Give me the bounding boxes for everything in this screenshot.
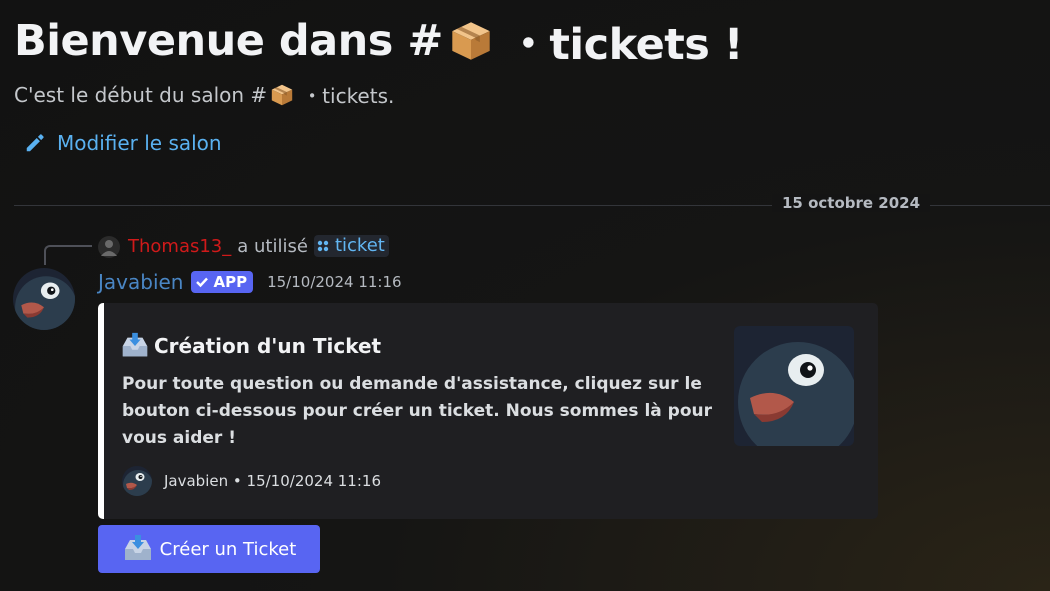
embed-title: Création d'un Ticket	[120, 331, 381, 361]
pencil-icon	[26, 134, 44, 152]
inbox-tray-icon	[120, 331, 150, 361]
author-avatar[interactable]	[13, 268, 75, 330]
embed-title-text: Création d'un Ticket	[154, 334, 382, 358]
message-header: Javabien APP 15/10/2024 11:16	[98, 270, 402, 294]
embed-description: Pour toute question ou demande d'assista…	[122, 374, 712, 448]
footer-avatar	[122, 466, 152, 496]
footer-separator: •	[232, 472, 242, 490]
package-emoji-icon	[270, 83, 294, 107]
slash-command-icon	[317, 240, 329, 251]
create-ticket-label: Créer un Ticket	[159, 538, 297, 560]
message-timestamp: 15/10/2024 11:16	[267, 273, 402, 291]
reply-context: Thomas13_ a utilisé ticket	[128, 235, 389, 257]
package-emoji-icon	[449, 19, 493, 63]
reply-username[interactable]: Thomas13_	[128, 236, 231, 257]
reply-action: a utilisé	[237, 235, 308, 257]
channel-view: Bienvenue dans # ・tickets ! C'est le déb…	[0, 0, 1050, 591]
welcome-subtitle-suffix: ・tickets.	[302, 84, 395, 108]
author-name[interactable]: Javabien	[98, 270, 183, 294]
embed-footer: Javabien • 15/10/2024 11:16	[122, 466, 381, 496]
edit-channel-label: Modifier le salon	[57, 131, 222, 155]
command-mention[interactable]: ticket	[313, 235, 389, 257]
welcome-title-suffix: ・tickets !	[506, 20, 744, 70]
embed-thumbnail[interactable]	[734, 326, 854, 446]
footer-text: Javabien • 15/10/2024 11:16	[164, 472, 381, 490]
welcome-subtitle-prefix: C'est le début du salon #	[14, 82, 268, 107]
welcome-title-prefix: Bienvenue dans #	[14, 16, 443, 66]
footer-author: Javabien	[164, 472, 229, 490]
create-ticket-button[interactable]: Créer un Ticket	[98, 525, 320, 573]
app-badge: APP	[191, 271, 254, 293]
edit-channel-link[interactable]: Modifier le salon	[24, 131, 222, 155]
checkmark-icon	[196, 277, 209, 288]
reply-connector	[44, 245, 92, 265]
command-name: ticket	[334, 235, 385, 256]
inbox-tray-icon	[122, 533, 154, 565]
ticket-embed: Création d'un Ticket Pour toute question…	[98, 303, 878, 519]
footer-time: 15/10/2024 11:16	[246, 472, 381, 490]
divider-date: 15 octobre 2024	[772, 194, 931, 212]
welcome-title: Bienvenue dans # ・tickets !	[14, 10, 743, 72]
welcome-subtitle: C'est le début du salon # ・tickets.	[14, 80, 394, 109]
app-badge-label: APP	[213, 273, 248, 291]
reply-user-avatar[interactable]	[98, 236, 120, 258]
